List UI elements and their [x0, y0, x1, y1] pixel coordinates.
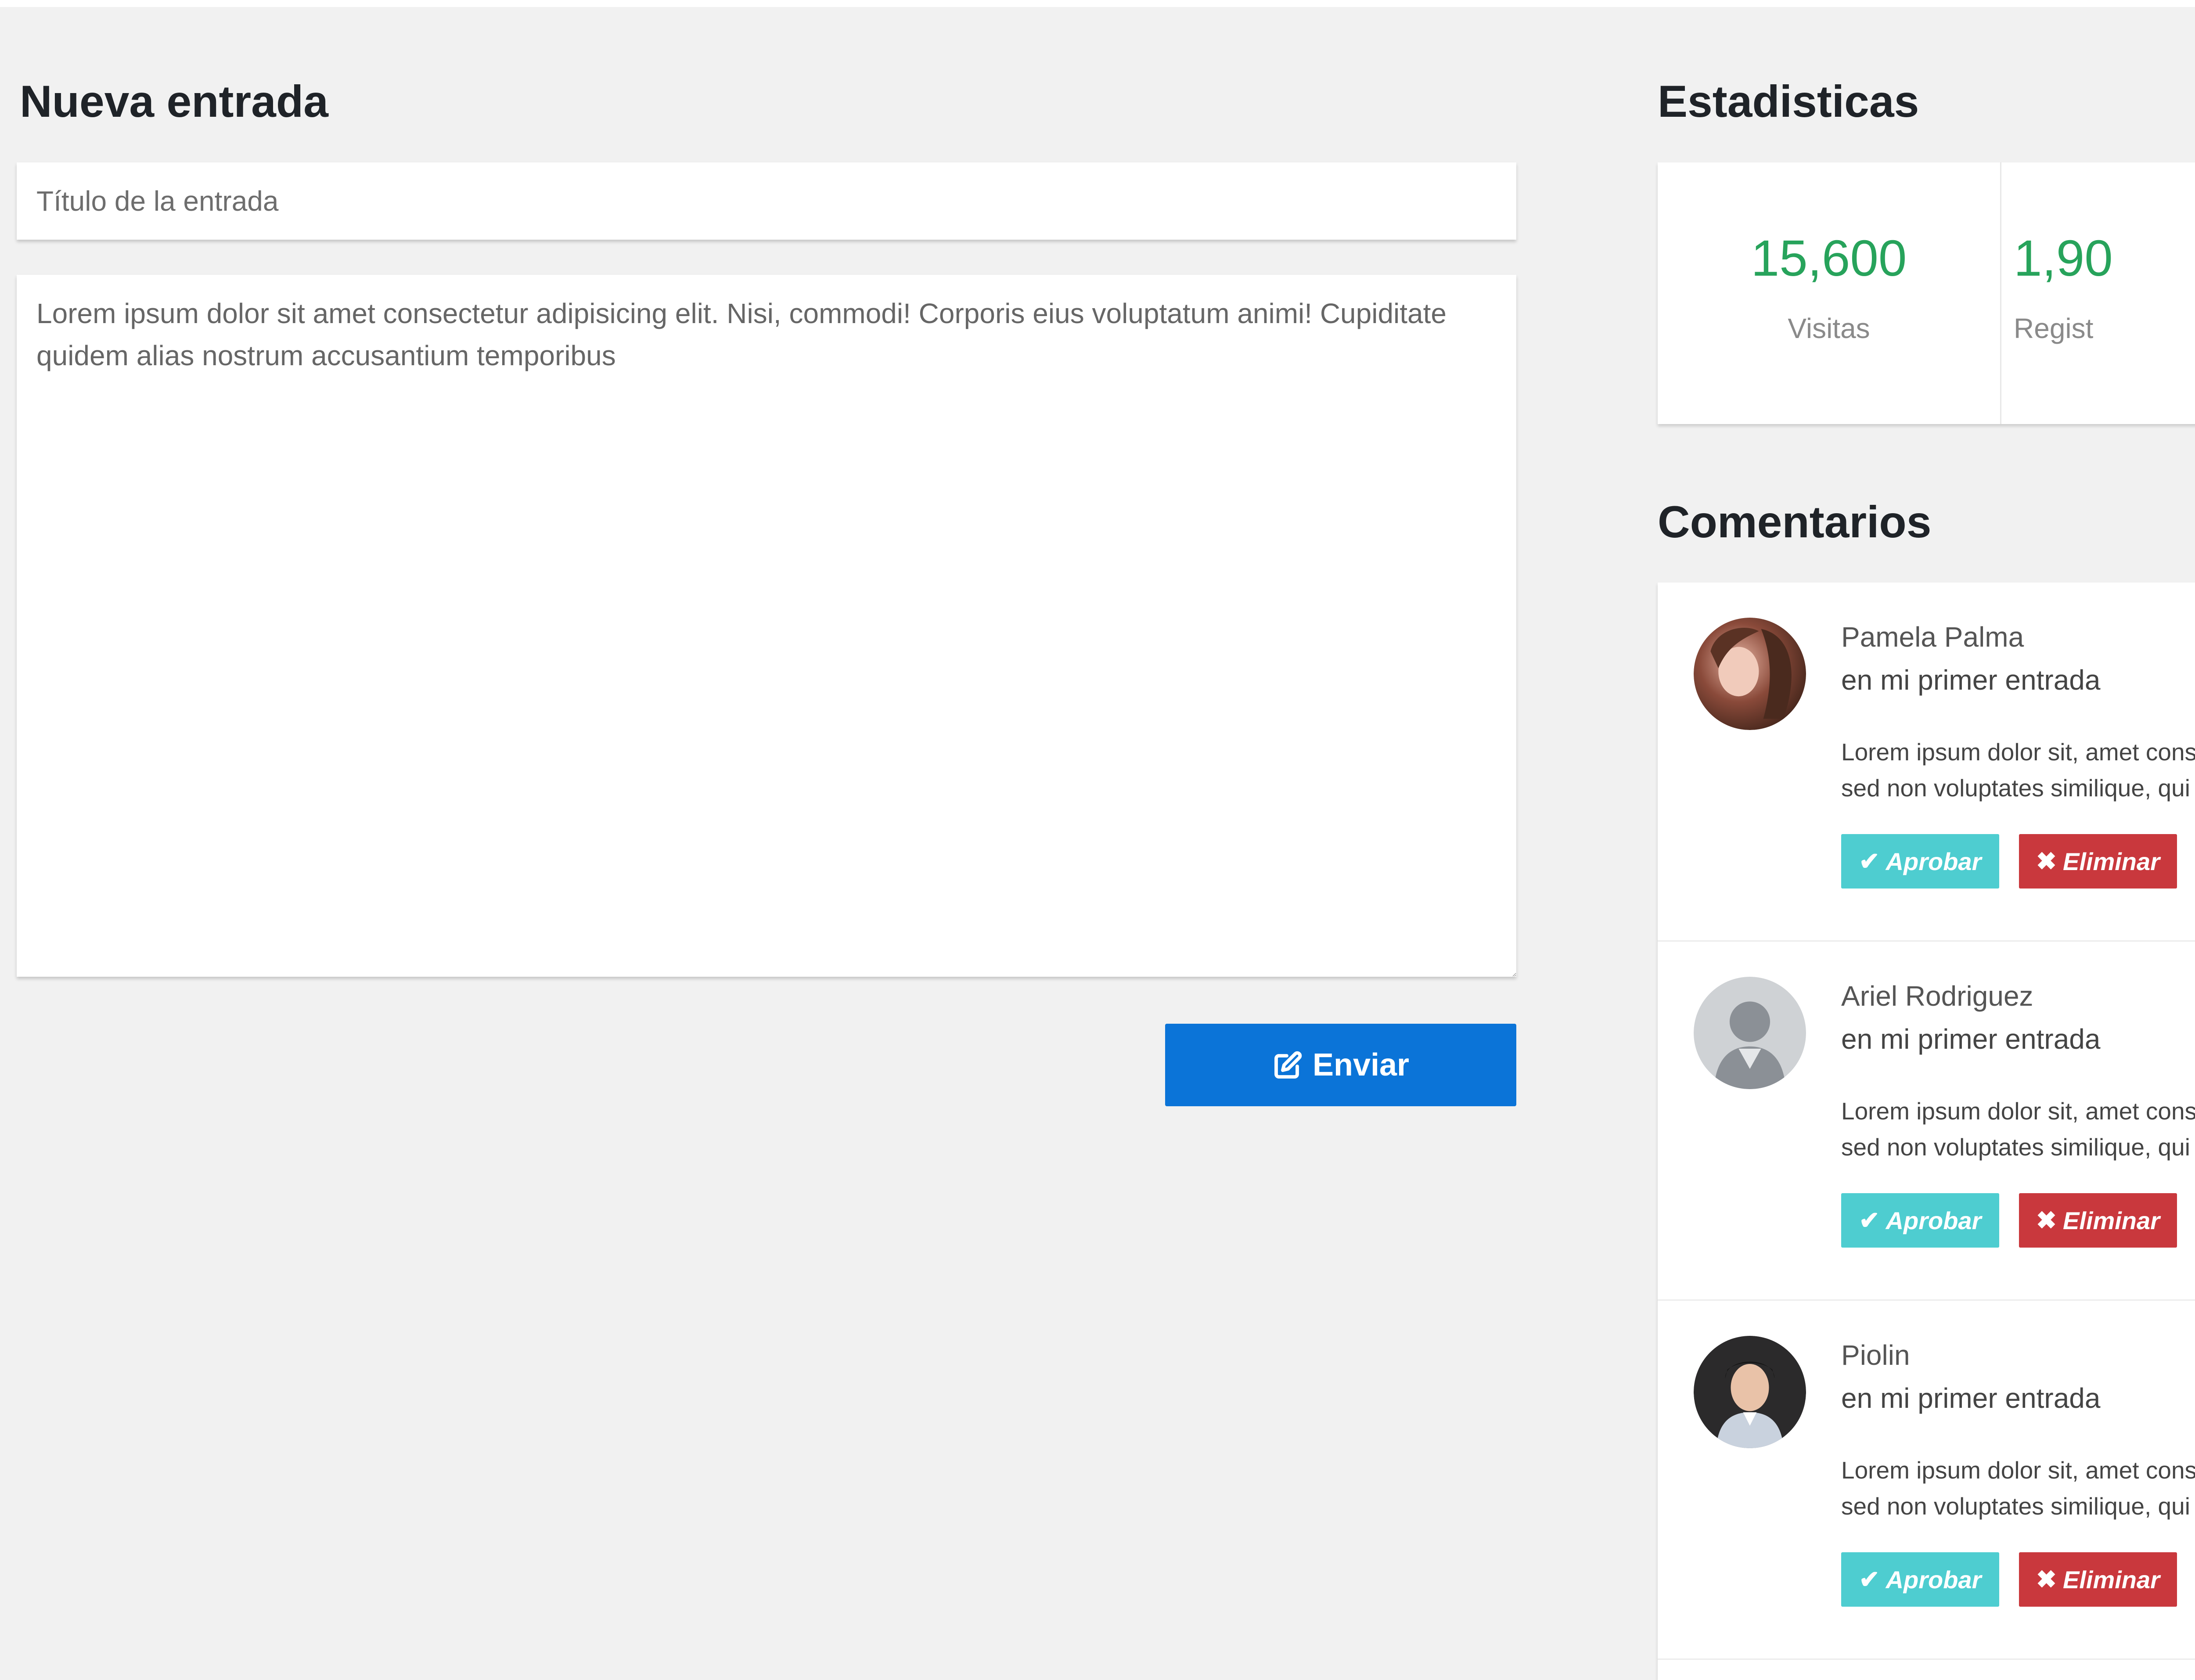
comment-post: en mi primer entrada — [1841, 1023, 2101, 1055]
approve-label: Aprobar — [1886, 1565, 1982, 1594]
stat-label: Regist — [2014, 313, 2094, 344]
delete-button[interactable]: ✖ Eliminar — [2019, 1193, 2177, 1248]
approve-button[interactable]: ✔ Aprobar — [1841, 1552, 1999, 1607]
stat-value: 15,600 — [1751, 230, 1907, 287]
avatar — [1694, 1336, 1806, 1448]
comment-item: Piolin en mi primer entrada Lorem ipsum … — [1658, 1301, 2195, 1660]
close-icon: ✖ — [2036, 1565, 2057, 1593]
stats-heading: Estadisticas — [1658, 76, 1919, 126]
delete-label: Eliminar — [2062, 1206, 2160, 1234]
comment-text-line: sed non voluptates similique, qui — [1841, 1133, 2190, 1161]
approve-button[interactable]: ✔ Aprobar — [1841, 1193, 1999, 1248]
comments-list: Pamela Palma en mi primer entrada Lorem … — [1658, 583, 2195, 1680]
stats-card: 15,600 Visitas 1,90 Regist — [1658, 162, 2195, 424]
close-icon: ✖ — [2036, 847, 2057, 875]
comment-text: Lorem ipsum dolor sit, amet cons sed non… — [1841, 734, 2195, 806]
approve-label: Aprobar — [1886, 847, 1982, 875]
comment-text: Lorem ipsum dolor sit, amet cons sed non… — [1841, 1452, 2195, 1524]
comment-text: Lorem ipsum dolor sit, amet cons sed non… — [1841, 1093, 2195, 1165]
delete-button[interactable]: ✖ Eliminar — [2019, 834, 2177, 889]
comment-item: Pamela Palma en mi primer entrada Lorem … — [1658, 583, 2195, 942]
check-icon: ✔ — [1859, 847, 1880, 875]
stat-value: 1,90 — [2014, 230, 2113, 287]
avatar — [1694, 977, 1806, 1089]
comment-text-line: sed non voluptates similique, qui — [1841, 774, 2190, 802]
comment-author: Ariel Rodriguez — [1841, 980, 2033, 1012]
comments-heading: Comentarios — [1658, 497, 1932, 547]
comment-text-line: Lorem ipsum dolor sit, amet cons — [1841, 1097, 2195, 1125]
comment-text-line: Lorem ipsum dolor sit, amet cons — [1841, 1457, 2195, 1484]
approve-button[interactable]: ✔ Aprobar — [1841, 834, 1999, 889]
close-icon: ✖ — [2036, 1206, 2057, 1234]
edit-icon — [1274, 1051, 1302, 1079]
comment-item: Ariel Rodriguez en mi primer entrada Lor… — [1658, 942, 2195, 1301]
entry-body-textarea[interactable]: Lorem ipsum dolor sit amet consectetur a… — [17, 275, 1516, 977]
comment-text-line: Lorem ipsum dolor sit, amet cons — [1841, 738, 2195, 766]
approve-label: Aprobar — [1886, 1206, 1982, 1234]
check-icon: ✔ — [1859, 1565, 1880, 1593]
new-entry-heading: Nueva entrada — [20, 76, 328, 126]
stat-visits: 15,600 Visitas — [1658, 162, 2000, 424]
comment-author: Piolin — [1841, 1339, 1910, 1371]
delete-label: Eliminar — [2062, 847, 2160, 875]
entry-title-input[interactable] — [17, 162, 1516, 240]
comment-text-line: sed non voluptates similique, qui — [1841, 1493, 2190, 1520]
avatar — [1694, 618, 1806, 730]
delete-label: Eliminar — [2062, 1565, 2160, 1594]
delete-button[interactable]: ✖ Eliminar — [2019, 1552, 2177, 1607]
stat-registrations: 1,90 Regist — [2001, 162, 2195, 424]
send-button[interactable]: Enviar — [1165, 1024, 1516, 1106]
top-bar — [0, 0, 2195, 7]
stat-label: Visitas — [1788, 313, 1870, 344]
comment-post: en mi primer entrada — [1841, 664, 2101, 696]
comment-author: Pamela Palma — [1841, 621, 2024, 653]
check-icon: ✔ — [1859, 1206, 1880, 1234]
comment-post: en mi primer entrada — [1841, 1382, 2101, 1414]
send-button-label: Enviar — [1312, 1047, 1410, 1083]
